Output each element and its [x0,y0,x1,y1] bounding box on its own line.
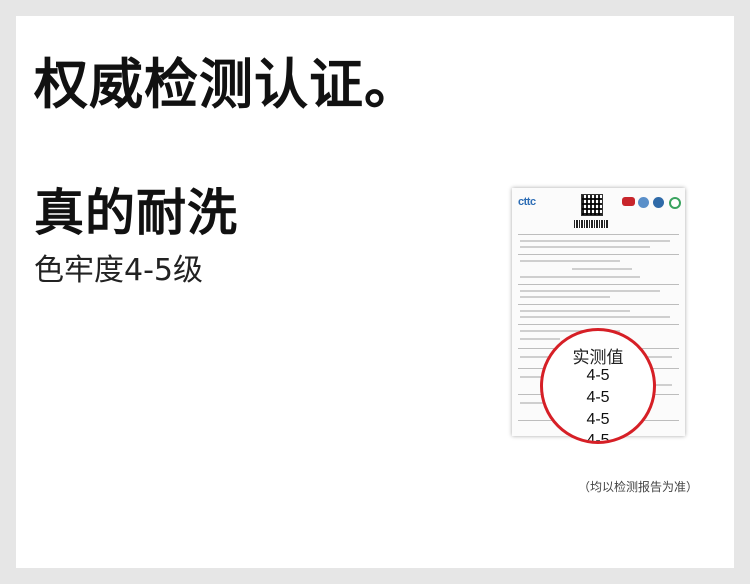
measured-value-magnifier: 实测值 4-5 4-5 4-5 4-5 [540,328,656,444]
report-line [572,268,632,270]
page-title: 权威检测认证。 [34,53,419,116]
report-line [520,296,610,298]
barcode-icon [574,220,608,228]
cnas-seal-icon [653,197,664,208]
certification-seal-icon [669,197,681,209]
cttc-logo: cttc [518,196,536,208]
report-line [520,310,630,312]
measured-value: 4-5 [586,411,610,428]
report-line [520,276,640,278]
report-divider [518,284,679,285]
feature-caption: 色牢度4-5级 [34,253,203,288]
report-line [520,246,650,248]
feature-heading: 真的耐洗 [34,184,238,242]
measured-value: 4-5 [586,389,610,406]
report-line [520,240,670,242]
measured-value: 4-5 [586,367,610,384]
report-line [520,338,560,340]
report-line [520,316,670,318]
report-divider [518,304,679,305]
report-divider [518,254,679,255]
report-divider [518,234,679,235]
report-line [520,290,660,292]
qr-code-icon [581,194,603,216]
report-line [520,260,620,262]
accreditation-seal-icon [638,197,649,208]
ma-seal-icon [622,197,635,206]
disclaimer-note: （均以检测报告为准） [578,480,699,494]
cttc-logo-text: cttc [518,196,536,208]
measured-value-label: 实测值 [572,348,624,368]
report-divider [518,324,679,325]
